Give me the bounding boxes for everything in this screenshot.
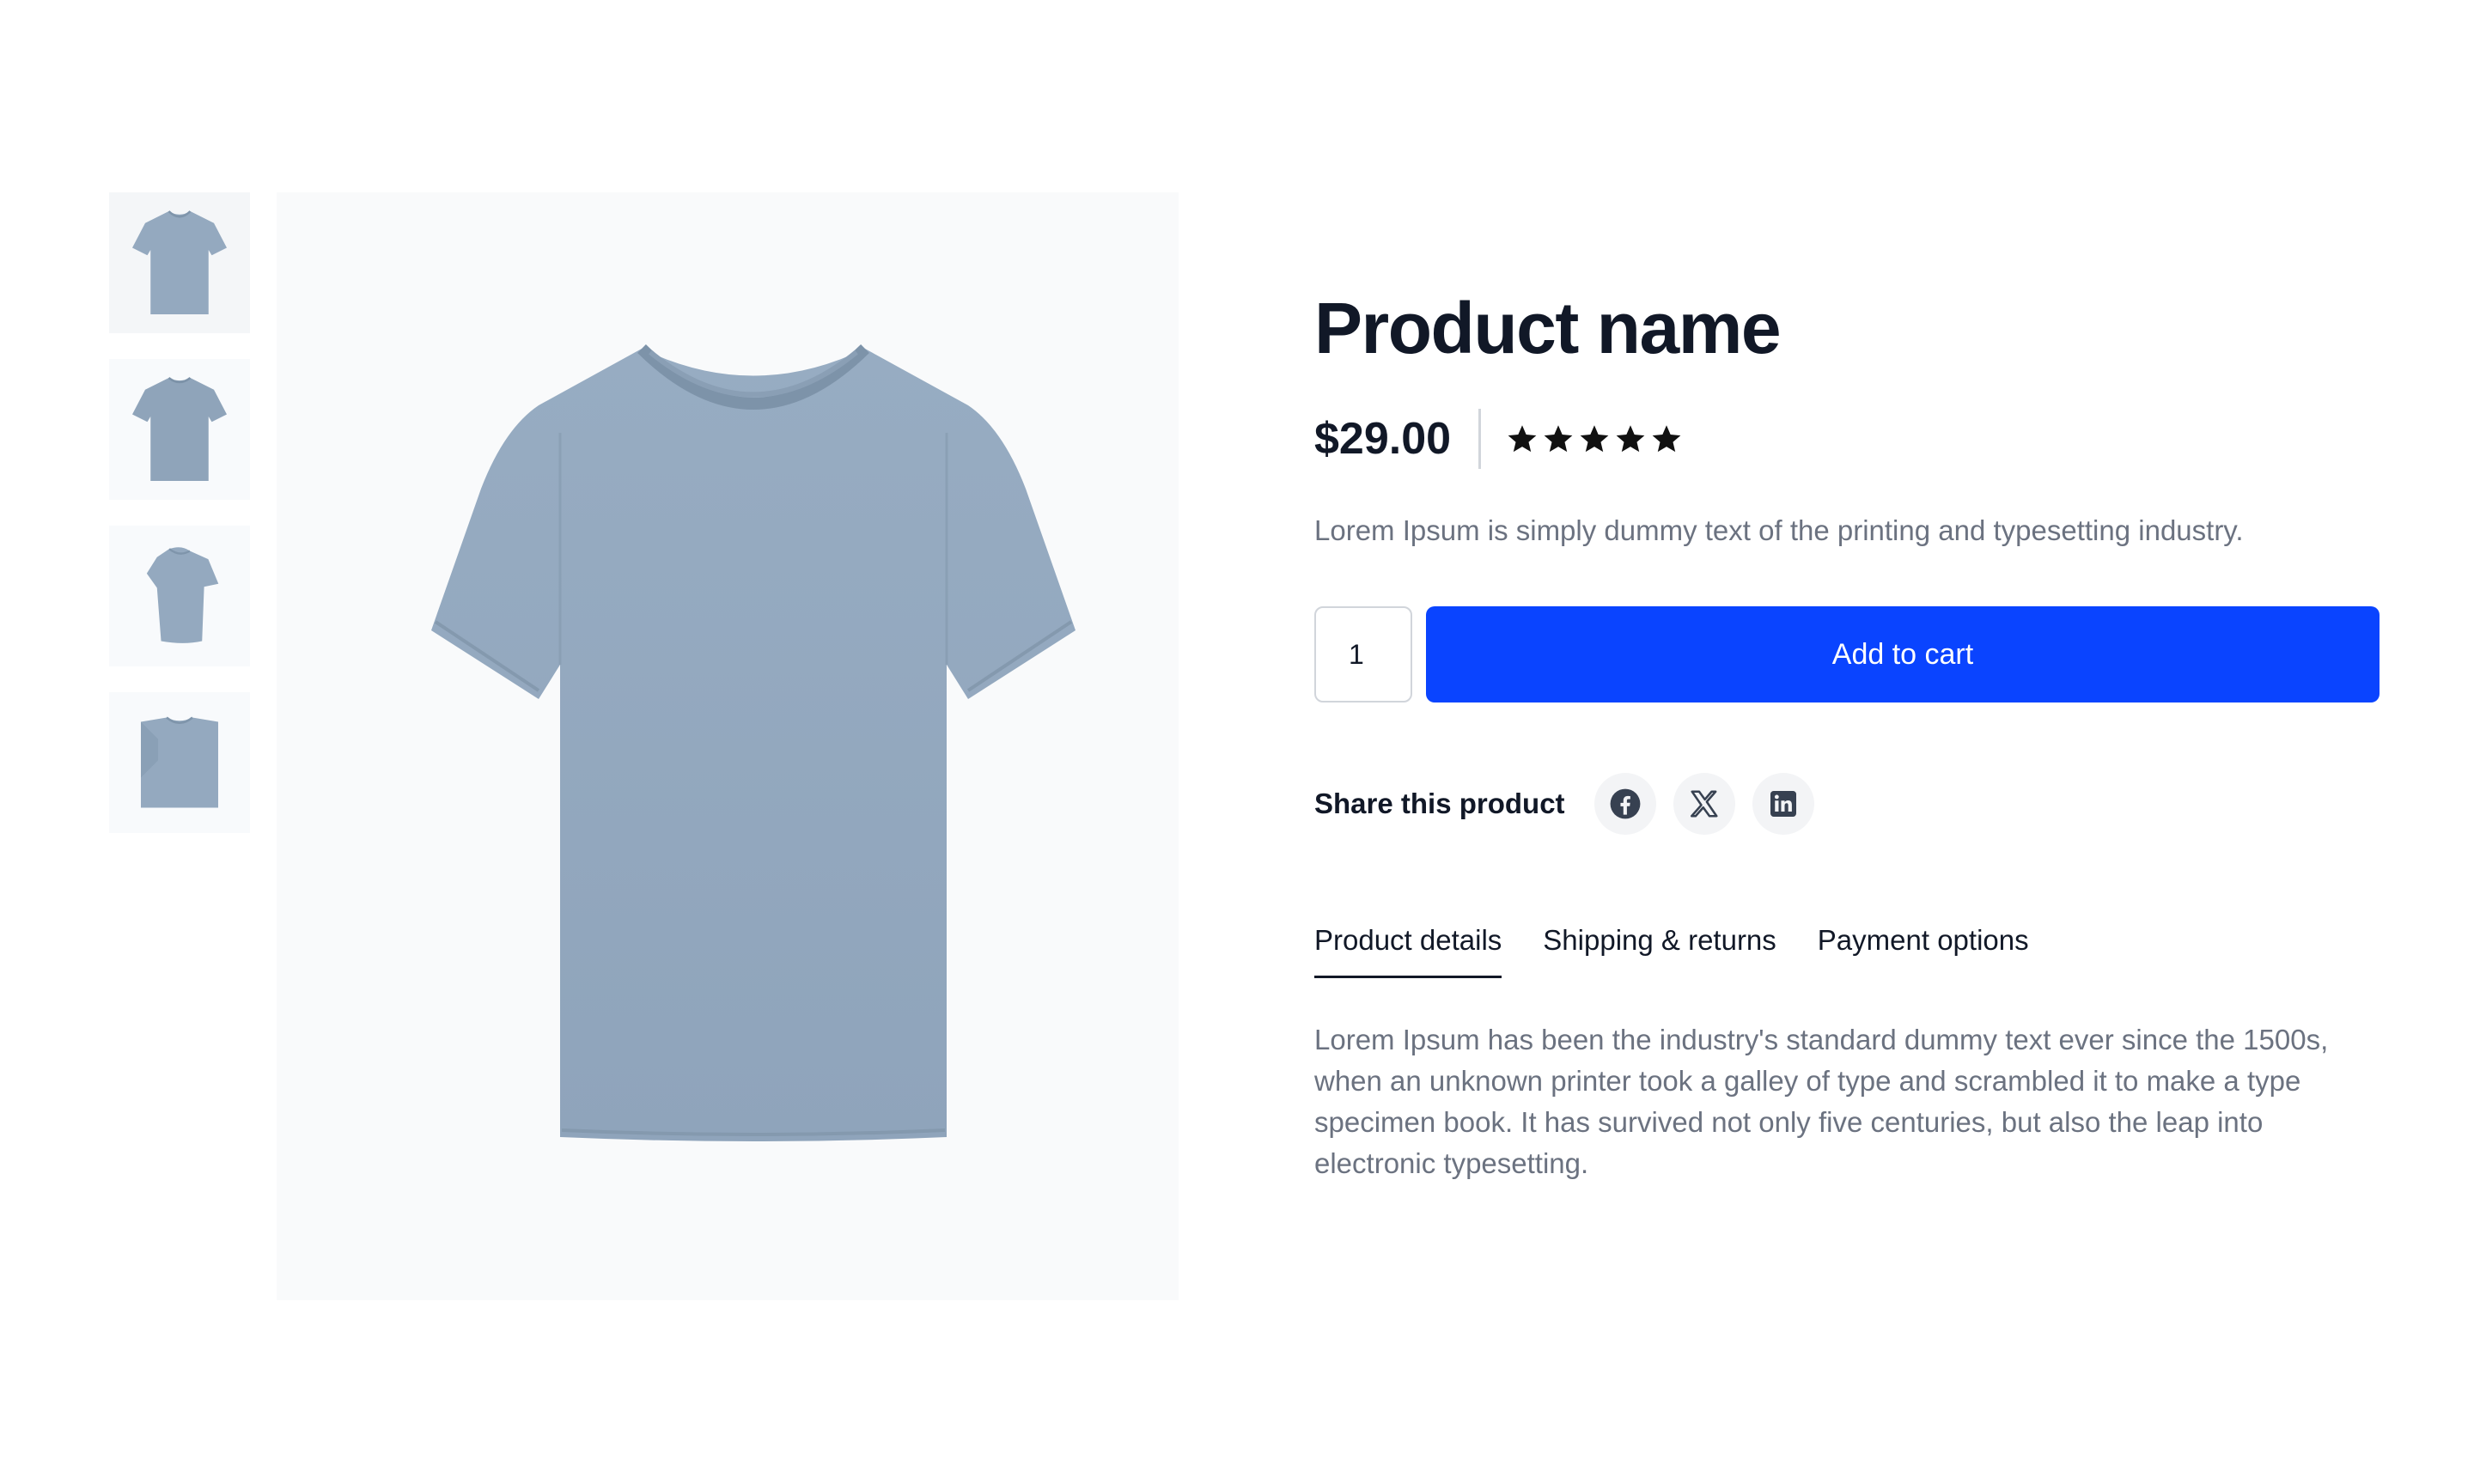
rating-stars bbox=[1507, 423, 1682, 454]
thumbnail-front[interactable] bbox=[109, 192, 250, 333]
share-linkedin-button[interactable] bbox=[1752, 773, 1814, 835]
tshirt-side-thumb-icon bbox=[146, 547, 219, 643]
share-row: Share this product bbox=[1314, 773, 2380, 835]
star-icon bbox=[1652, 425, 1681, 453]
product-title: Product name bbox=[1314, 288, 1782, 368]
price-divider bbox=[1478, 409, 1482, 469]
price-row: $29.00 bbox=[1314, 409, 2380, 469]
star-icon bbox=[1544, 425, 1573, 453]
tab-product-details[interactable]: Product details bbox=[1314, 924, 1502, 978]
thumbnail-list bbox=[109, 192, 250, 859]
product-price: $29.00 bbox=[1314, 414, 1452, 464]
facebook-icon bbox=[1610, 788, 1640, 819]
tab-payment-options[interactable]: Payment options bbox=[1818, 924, 2029, 978]
tab-shipping-returns[interactable]: Shipping & returns bbox=[1543, 924, 1776, 978]
thumbnail-folded[interactable] bbox=[109, 692, 250, 833]
quantity-input[interactable] bbox=[1314, 606, 1412, 702]
product-info: Product name $29.00 Lorem Ipsum is simpl… bbox=[1314, 283, 2380, 1184]
tshirt-folded-thumb-icon bbox=[141, 716, 218, 808]
star-icon bbox=[1580, 425, 1609, 453]
share-label: Share this product bbox=[1314, 788, 1565, 819]
star-icon bbox=[1508, 425, 1537, 453]
tshirt-front-alt-thumb-icon bbox=[132, 376, 227, 481]
product-description: Lorem Ipsum is simply dummy text of the … bbox=[1314, 514, 2244, 546]
tshirt-front-thumb-icon bbox=[132, 210, 227, 314]
thumbnail-front-alt[interactable] bbox=[109, 359, 250, 500]
product-main-image bbox=[277, 192, 1179, 1300]
star-icon bbox=[1616, 425, 1645, 453]
x-icon bbox=[1690, 790, 1718, 818]
tshirt-front-image bbox=[431, 344, 1076, 1141]
tab-panel-content: Lorem Ipsum has been the industry's stan… bbox=[1314, 1024, 2329, 1179]
linkedin-icon bbox=[1770, 791, 1796, 817]
product-tabs: Product details Shipping & returns Payme… bbox=[1314, 924, 2380, 978]
share-facebook-button[interactable] bbox=[1593, 773, 1656, 835]
thumbnail-side[interactable] bbox=[109, 526, 250, 666]
share-x-button[interactable] bbox=[1673, 773, 1735, 835]
add-to-cart-button[interactable]: Add to cart bbox=[1426, 606, 2380, 702]
cart-row: Add to cart bbox=[1314, 606, 2380, 702]
